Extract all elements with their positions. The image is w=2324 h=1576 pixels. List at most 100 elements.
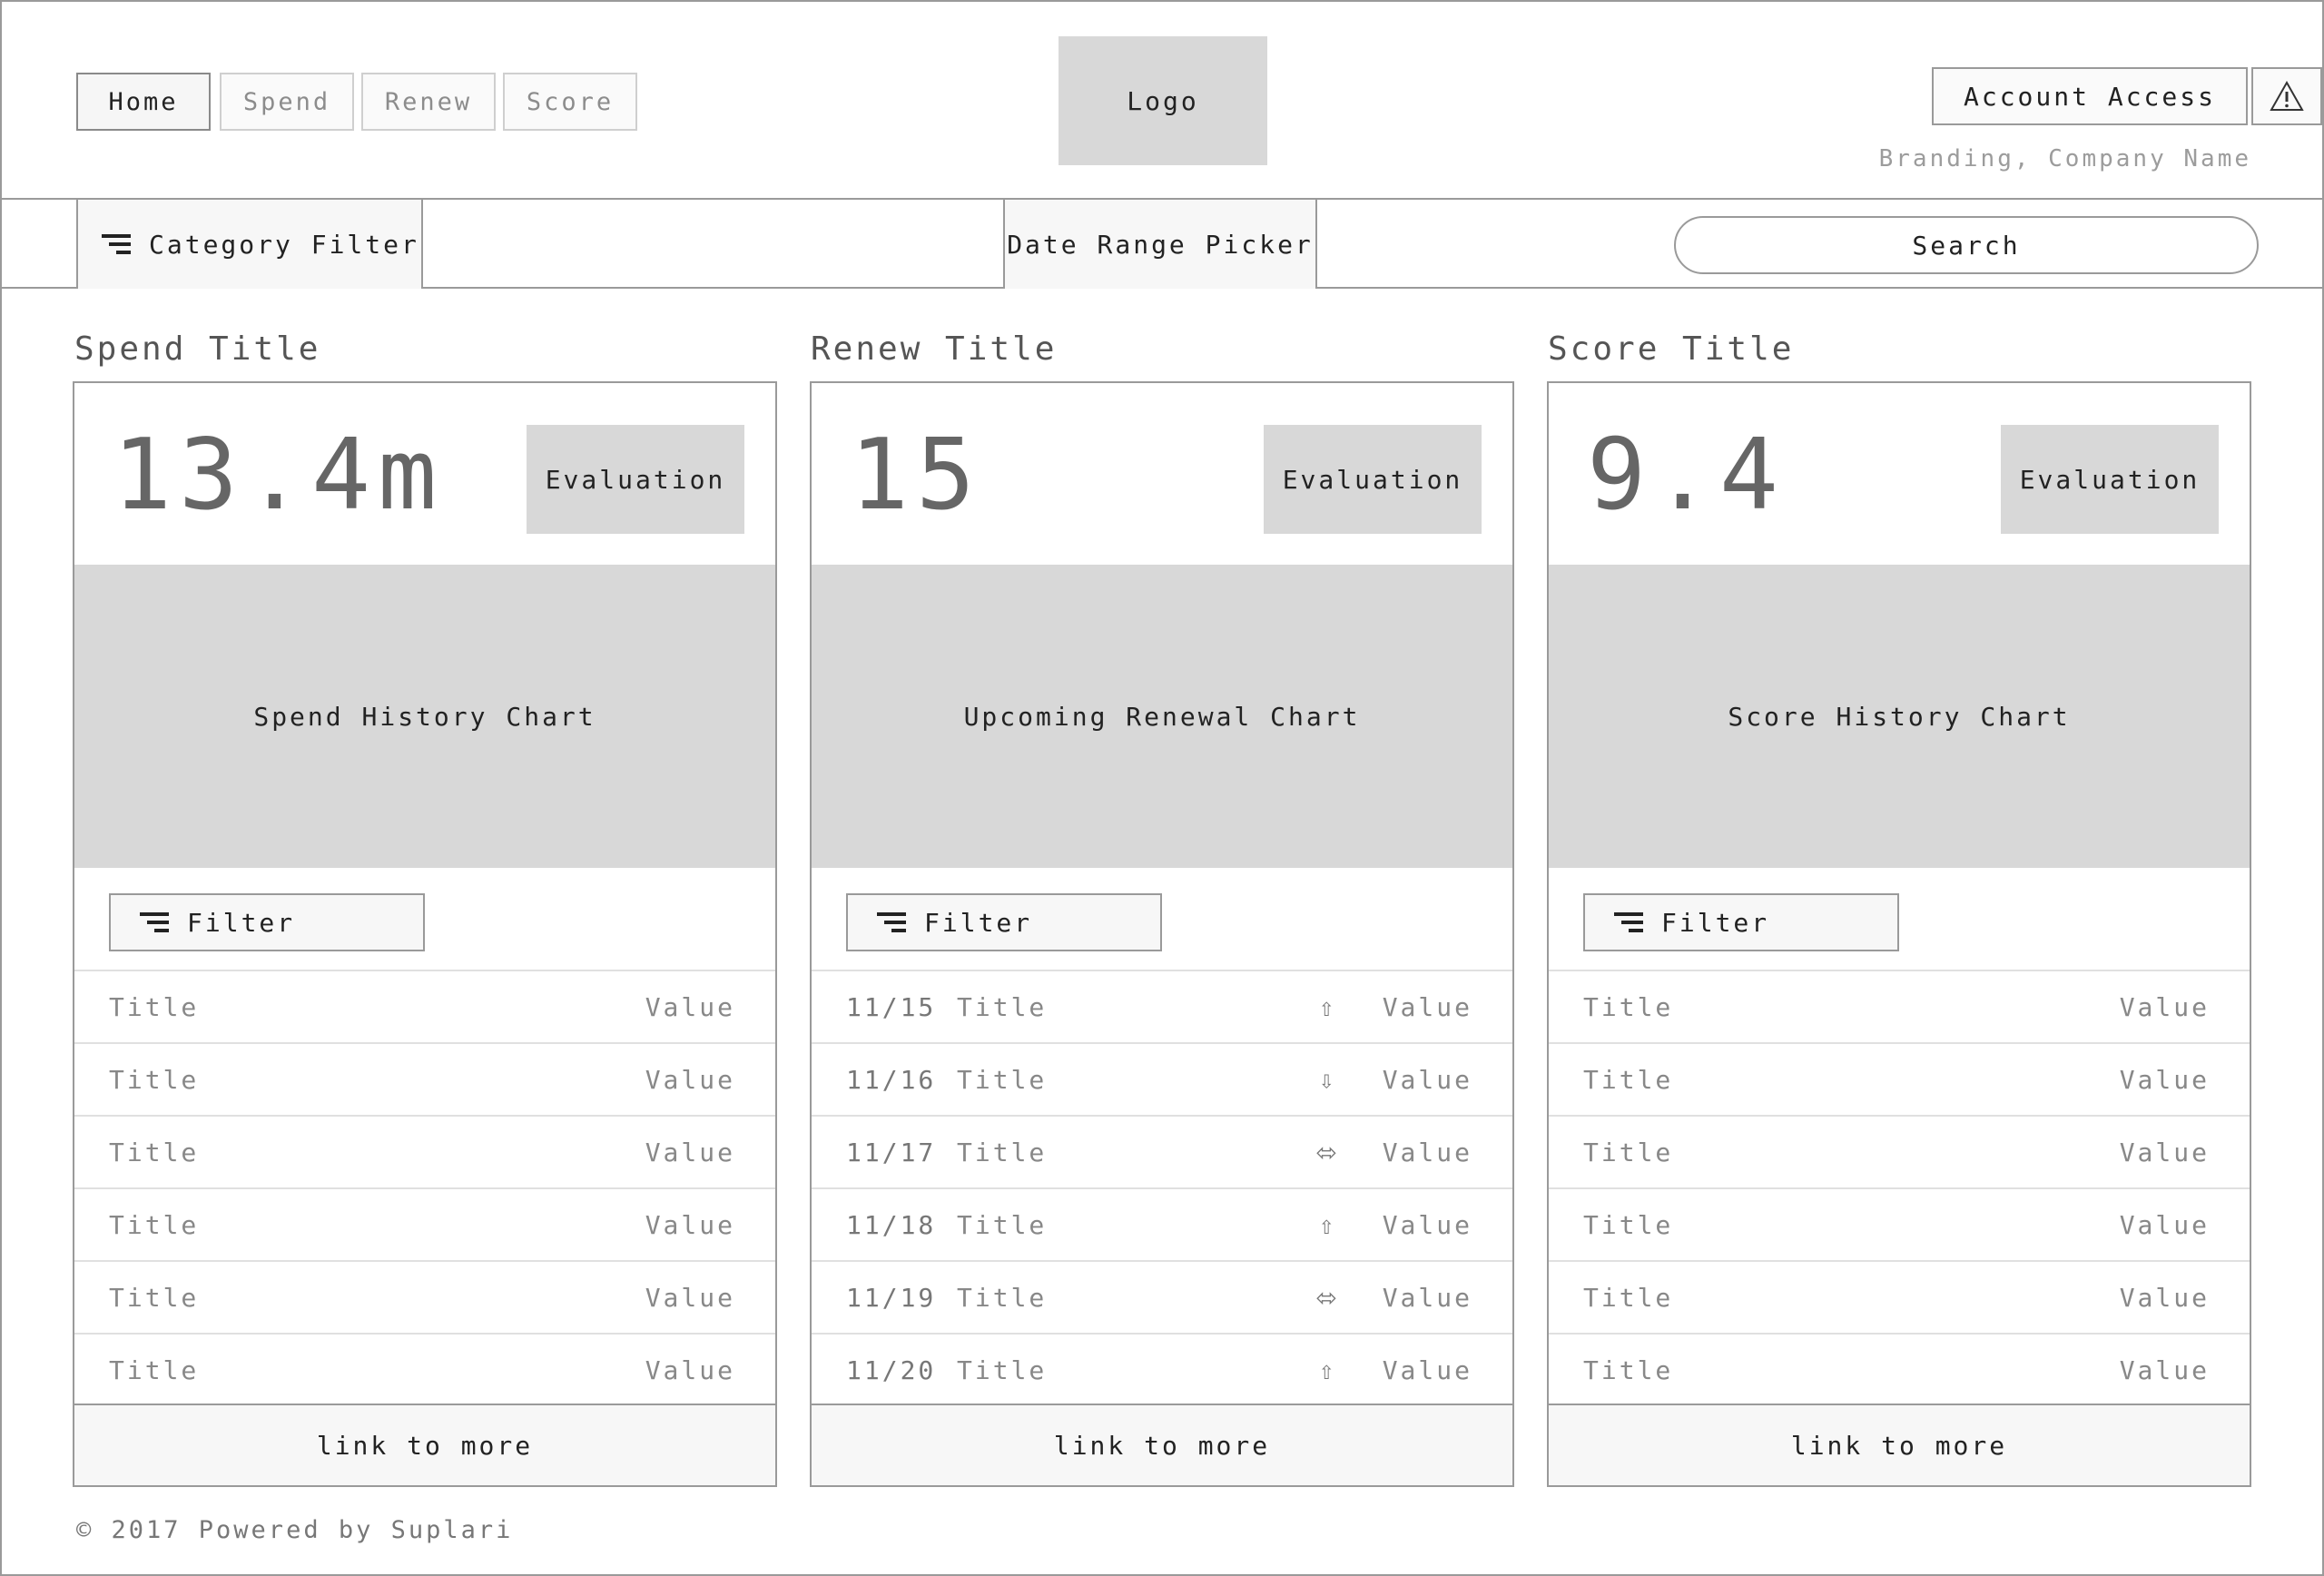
upcoming-renewal-chart[interactable]: Upcoming Renewal Chart xyxy=(812,565,1512,868)
row-date: 11/19 xyxy=(846,1282,937,1313)
renew-metric: 15 xyxy=(850,419,983,532)
row-value: Value xyxy=(1382,1137,1472,1167)
renew-panel-title: Renew Title xyxy=(811,330,1058,368)
trend-up-icon: ⇧ xyxy=(1318,991,1337,1022)
spend-panel-title: Spend Title xyxy=(74,330,321,368)
score-panel: 9.4 Evaluation Score History Chart Filte… xyxy=(1547,381,2251,1487)
date-range-picker[interactable]: Date Range Picker xyxy=(1003,200,1317,289)
tab-home[interactable]: Home xyxy=(76,73,211,131)
filter-icon xyxy=(1614,912,1643,932)
row-date: 11/20 xyxy=(846,1354,937,1385)
renew-link-to-more[interactable]: link to more xyxy=(812,1404,1512,1485)
list-item[interactable]: Title Value xyxy=(1549,1333,2250,1405)
row-title: Title xyxy=(109,1064,200,1095)
list-item[interactable]: Title Value xyxy=(1549,1115,2250,1187)
category-filter-button[interactable]: Category Filter xyxy=(76,200,423,289)
score-link-to-more[interactable]: link to more xyxy=(1549,1404,2250,1485)
row-value: Value xyxy=(2119,1354,2210,1385)
list-item[interactable]: 11/15 Title ⇧ Value xyxy=(812,970,1512,1042)
row-value: Value xyxy=(645,1137,735,1167)
spend-link-to-more[interactable]: link to more xyxy=(74,1404,775,1485)
row-value: Value xyxy=(645,1354,735,1385)
spend-filter-button[interactable]: Filter xyxy=(109,893,425,951)
list-item[interactable]: 11/20 Title ⇧ Value xyxy=(812,1333,1512,1405)
trend-flat-icon: ⬄ xyxy=(1315,1282,1340,1313)
tab-spend[interactable]: Spend xyxy=(220,73,354,131)
list-item[interactable]: 11/18 Title ⇧ Value xyxy=(812,1187,1512,1260)
row-title: Title xyxy=(957,991,1048,1022)
row-value: Value xyxy=(645,1064,735,1095)
spend-evaluation-badge[interactable]: Evaluation xyxy=(527,425,744,534)
row-value: Value xyxy=(2119,991,2210,1022)
warning-icon xyxy=(2270,80,2304,111)
row-date: 11/16 xyxy=(846,1064,937,1095)
list-item[interactable]: Title Value xyxy=(1549,1187,2250,1260)
row-date: 11/18 xyxy=(846,1209,937,1240)
row-title: Title xyxy=(957,1137,1048,1167)
filter-icon xyxy=(102,234,131,254)
list-item[interactable]: Title Value xyxy=(1549,970,2250,1042)
spend-list: Title Value Title Value Title Value Title Va… xyxy=(74,970,775,1405)
row-title: Title xyxy=(109,1354,200,1385)
spend-filter-label: Filter xyxy=(187,907,296,938)
score-panel-title: Score Title xyxy=(1548,330,1795,368)
renew-evaluation-badge[interactable]: Evaluation xyxy=(1264,425,1482,534)
alert-button[interactable] xyxy=(2251,67,2322,125)
list-item[interactable]: Title Value xyxy=(1549,1042,2250,1115)
row-value: Value xyxy=(2119,1282,2210,1313)
list-item[interactable]: Title Value xyxy=(1549,1260,2250,1333)
renew-list: 11/15 Title ⇧ Value 11/16 Title ⇩ Value 11/17 T… xyxy=(812,970,1512,1405)
row-value: Value xyxy=(645,991,735,1022)
account-access-button[interactable]: Account Access xyxy=(1932,67,2248,125)
row-title: Title xyxy=(109,991,200,1022)
search-input[interactable]: Search xyxy=(1674,216,2259,274)
row-title: Title xyxy=(957,1354,1048,1385)
row-date: 11/15 xyxy=(846,991,937,1022)
row-value: Value xyxy=(645,1209,735,1240)
footer-text: © 2017 Powered by Suplari xyxy=(76,1516,514,1544)
spend-metric: 13.4m xyxy=(113,419,445,532)
score-metric: 9.4 xyxy=(1587,419,1787,532)
list-item[interactable]: Title Value xyxy=(74,1187,775,1260)
renew-filter-button[interactable]: Filter xyxy=(846,893,1162,951)
list-item[interactable]: 11/16 Title ⇩ Value xyxy=(812,1042,1512,1115)
row-title: Title xyxy=(1583,991,1674,1022)
row-value: Value xyxy=(2119,1137,2210,1167)
trend-up-icon: ⇧ xyxy=(1318,1209,1337,1240)
score-list: Title Value Title Value Title Value Title Va… xyxy=(1549,970,2250,1405)
list-item[interactable]: Title Value xyxy=(74,1115,775,1187)
spend-panel: 13.4m Evaluation Spend History Chart Fil… xyxy=(73,381,777,1487)
list-item[interactable]: Title Value xyxy=(74,1260,775,1333)
row-value: Value xyxy=(2119,1064,2210,1095)
row-date: 11/17 xyxy=(846,1137,937,1167)
score-filter-label: Filter xyxy=(1661,907,1770,938)
list-item[interactable]: 11/19 Title ⬄ Value xyxy=(812,1260,1512,1333)
score-history-chart[interactable]: Score History Chart xyxy=(1549,565,2250,868)
header: Home Spend Renew Score Logo Account Acce… xyxy=(0,0,2324,200)
row-value: Value xyxy=(645,1282,735,1313)
logo[interactable]: Logo xyxy=(1059,36,1267,165)
row-title: Title xyxy=(1583,1209,1674,1240)
trend-down-icon: ⇩ xyxy=(1318,1064,1337,1095)
renew-filter-label: Filter xyxy=(924,907,1033,938)
row-title: Title xyxy=(1583,1354,1674,1385)
filter-icon xyxy=(140,912,169,932)
tab-score[interactable]: Score xyxy=(503,73,637,131)
row-title: Title xyxy=(109,1209,200,1240)
row-title: Title xyxy=(109,1282,200,1313)
row-title: Title xyxy=(1583,1282,1674,1313)
list-item[interactable]: Title Value xyxy=(74,1333,775,1405)
list-item[interactable]: Title Value xyxy=(74,970,775,1042)
row-title: Title xyxy=(1583,1137,1674,1167)
score-filter-button[interactable]: Filter xyxy=(1583,893,1899,951)
row-value: Value xyxy=(1382,1209,1472,1240)
filter-icon xyxy=(877,912,906,932)
list-item[interactable]: Title Value xyxy=(74,1042,775,1115)
renew-panel: 15 Evaluation Upcoming Renewal Chart Fil… xyxy=(810,381,1514,1487)
score-evaluation-badge[interactable]: Evaluation xyxy=(2001,425,2219,534)
row-value: Value xyxy=(1382,1064,1472,1095)
trend-flat-icon: ⬄ xyxy=(1315,1137,1340,1167)
tab-renew[interactable]: Renew xyxy=(361,73,496,131)
spend-history-chart[interactable]: Spend History Chart xyxy=(74,565,775,868)
list-item[interactable]: 11/17 Title ⬄ Value xyxy=(812,1115,1512,1187)
